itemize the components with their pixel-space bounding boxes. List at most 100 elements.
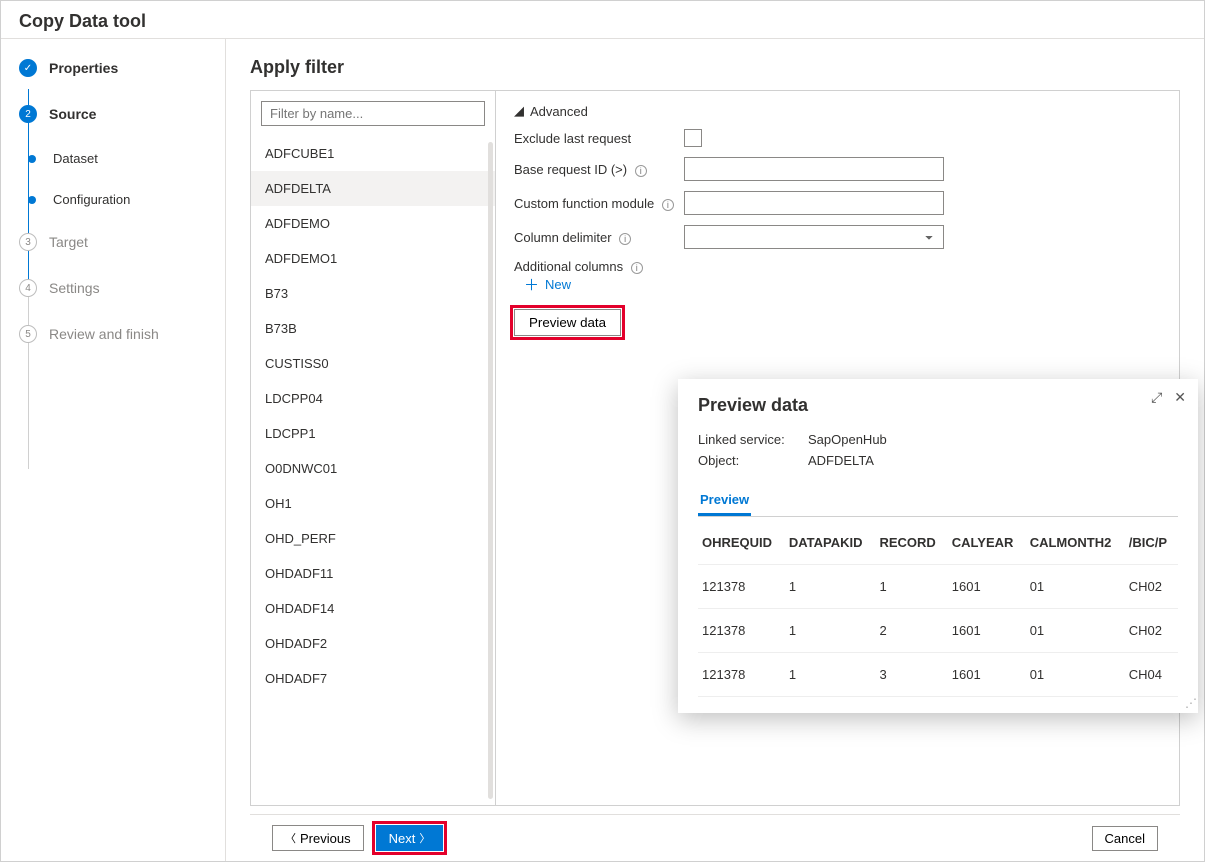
advanced-label: Advanced [530, 104, 588, 119]
check-icon: ✓ [19, 59, 37, 77]
table-row: 12137813160101CH04 [698, 653, 1178, 697]
expand-icon[interactable]: ⤢ [1151, 389, 1162, 406]
table-cell: 121378 [698, 565, 785, 609]
dot-icon [28, 196, 36, 204]
table-header: CALMONTH2 [1026, 521, 1125, 565]
table-cell: 121378 [698, 609, 785, 653]
preview-data-button[interactable]: Preview data [514, 309, 621, 336]
dataset-item[interactable]: LDCPP04 [251, 381, 495, 416]
additional-columns-label: Additional columns [514, 259, 643, 274]
dataset-item[interactable]: LDCPP1 [251, 416, 495, 451]
step-number-icon: 5 [19, 325, 37, 343]
step-number-icon: 3 [19, 233, 37, 251]
table-cell: CH02 [1125, 565, 1178, 609]
table-cell: 121378 [698, 653, 785, 697]
table-cell: 1 [875, 565, 947, 609]
step-label: Target [49, 234, 88, 250]
delimiter-label: Column delimiter [514, 230, 674, 245]
step-target[interactable]: 3 Target [19, 233, 207, 251]
new-column-button[interactable]: ＋ New [524, 274, 1161, 295]
table-header: DATAPAKID [785, 521, 876, 565]
close-icon[interactable]: ✕ [1174, 389, 1186, 406]
plus-icon: ＋ [524, 274, 539, 295]
step-configuration[interactable]: Configuration [23, 192, 207, 207]
table-header: CALYEAR [948, 521, 1026, 565]
object-value: ADFDELTA [808, 453, 874, 468]
table-cell: CH02 [1125, 609, 1178, 653]
step-dataset[interactable]: Dataset [23, 151, 207, 166]
chevron-left-icon: 〈 [285, 830, 296, 846]
dataset-item[interactable]: OH1 [251, 486, 495, 521]
exclude-label: Exclude last request [514, 131, 674, 146]
info-icon[interactable] [635, 165, 647, 177]
next-button[interactable]: Next 〉 [376, 825, 444, 851]
table-cell: 2 [875, 609, 947, 653]
table-cell: 01 [1026, 653, 1125, 697]
table-cell: 1 [785, 653, 876, 697]
dataset-item[interactable]: OHDADF14 [251, 591, 495, 626]
exclude-checkbox[interactable] [684, 129, 702, 147]
resize-handle-icon[interactable]: ⋰ [1185, 696, 1195, 710]
preview-popup: ⤢ ✕ Preview data Linked service: SapOpen… [678, 379, 1198, 713]
dataset-item[interactable]: B73 [251, 276, 495, 311]
step-review[interactable]: 5 Review and finish [19, 325, 207, 343]
step-label: Configuration [53, 192, 130, 207]
dataset-item[interactable]: OHDADF11 [251, 556, 495, 591]
step-properties[interactable]: ✓ Properties [19, 59, 207, 77]
custom-module-input[interactable] [684, 191, 944, 215]
step-settings[interactable]: 4 Settings [19, 279, 207, 297]
step-number-icon: 2 [19, 105, 37, 123]
step-number-icon: 4 [19, 279, 37, 297]
dataset-filter-input[interactable] [261, 101, 485, 126]
table-cell: 1 [785, 565, 876, 609]
popup-tabs: Preview [698, 486, 1178, 517]
dataset-sidebar: ADFCUBE1ADFDELTAADFDEMOADFDEMO1B73B73BCU… [251, 91, 496, 805]
info-icon[interactable] [619, 233, 631, 245]
dataset-item[interactable]: CUSTISS0 [251, 346, 495, 381]
page-title: Apply filter [250, 57, 1180, 78]
copy-data-tool-window: Copy Data tool ✓ Properties 2 Source Dat… [0, 0, 1205, 862]
window-title: Copy Data tool [1, 1, 1204, 39]
tab-preview[interactable]: Preview [698, 486, 751, 516]
preview-table: OHREQUIDDATAPAKIDRECORDCALYEARCALMONTH2/… [698, 521, 1178, 697]
dataset-item[interactable]: ADFDEMO [251, 206, 495, 241]
dataset-item[interactable]: OHDADF2 [251, 626, 495, 661]
delimiter-select[interactable] [684, 225, 944, 249]
step-source[interactable]: 2 Source [19, 105, 207, 123]
object-label: Object: [698, 453, 808, 468]
table-cell: 3 [875, 653, 947, 697]
table-cell: CH04 [1125, 653, 1178, 697]
dataset-list[interactable]: ADFCUBE1ADFDELTAADFDEMOADFDEMO1B73B73BCU… [251, 136, 495, 805]
dataset-item[interactable]: ADFDELTA [251, 171, 495, 206]
linked-service-value: SapOpenHub [808, 432, 887, 447]
wizard-steps: ✓ Properties 2 Source Dataset Configurat… [1, 39, 226, 861]
custom-module-label: Custom function module [514, 196, 674, 211]
dataset-item[interactable]: B73B [251, 311, 495, 346]
table-cell: 01 [1026, 565, 1125, 609]
cancel-button[interactable]: Cancel [1092, 826, 1158, 851]
popup-title: Preview data [698, 395, 1178, 416]
table-header: OHREQUID [698, 521, 785, 565]
step-label: Settings [49, 280, 100, 296]
dataset-item[interactable]: ADFDEMO1 [251, 241, 495, 276]
chevron-down-icon: ◢ [514, 103, 524, 119]
chevron-right-icon: 〉 [419, 830, 430, 846]
advanced-toggle[interactable]: ◢ Advanced [514, 103, 1161, 119]
dataset-item[interactable]: OHD_PERF [251, 521, 495, 556]
dataset-item[interactable]: OHDADF7 [251, 661, 495, 696]
step-label: Source [49, 106, 96, 122]
info-icon[interactable] [662, 199, 674, 211]
dataset-item[interactable]: O0DNWC01 [251, 451, 495, 486]
table-row: 12137812160101CH02 [698, 609, 1178, 653]
table-cell: 1 [785, 609, 876, 653]
table-cell: 1601 [948, 609, 1026, 653]
linked-service-label: Linked service: [698, 432, 808, 447]
dataset-item[interactable]: ADFCUBE1 [251, 136, 495, 171]
previous-button[interactable]: 〈 Previous [272, 825, 364, 851]
step-label: Properties [49, 60, 118, 76]
table-row: 12137811160101CH02 [698, 565, 1178, 609]
table-cell: 1601 [948, 565, 1026, 609]
dot-icon [28, 155, 36, 163]
base-request-input[interactable] [684, 157, 944, 181]
info-icon[interactable] [631, 262, 643, 274]
